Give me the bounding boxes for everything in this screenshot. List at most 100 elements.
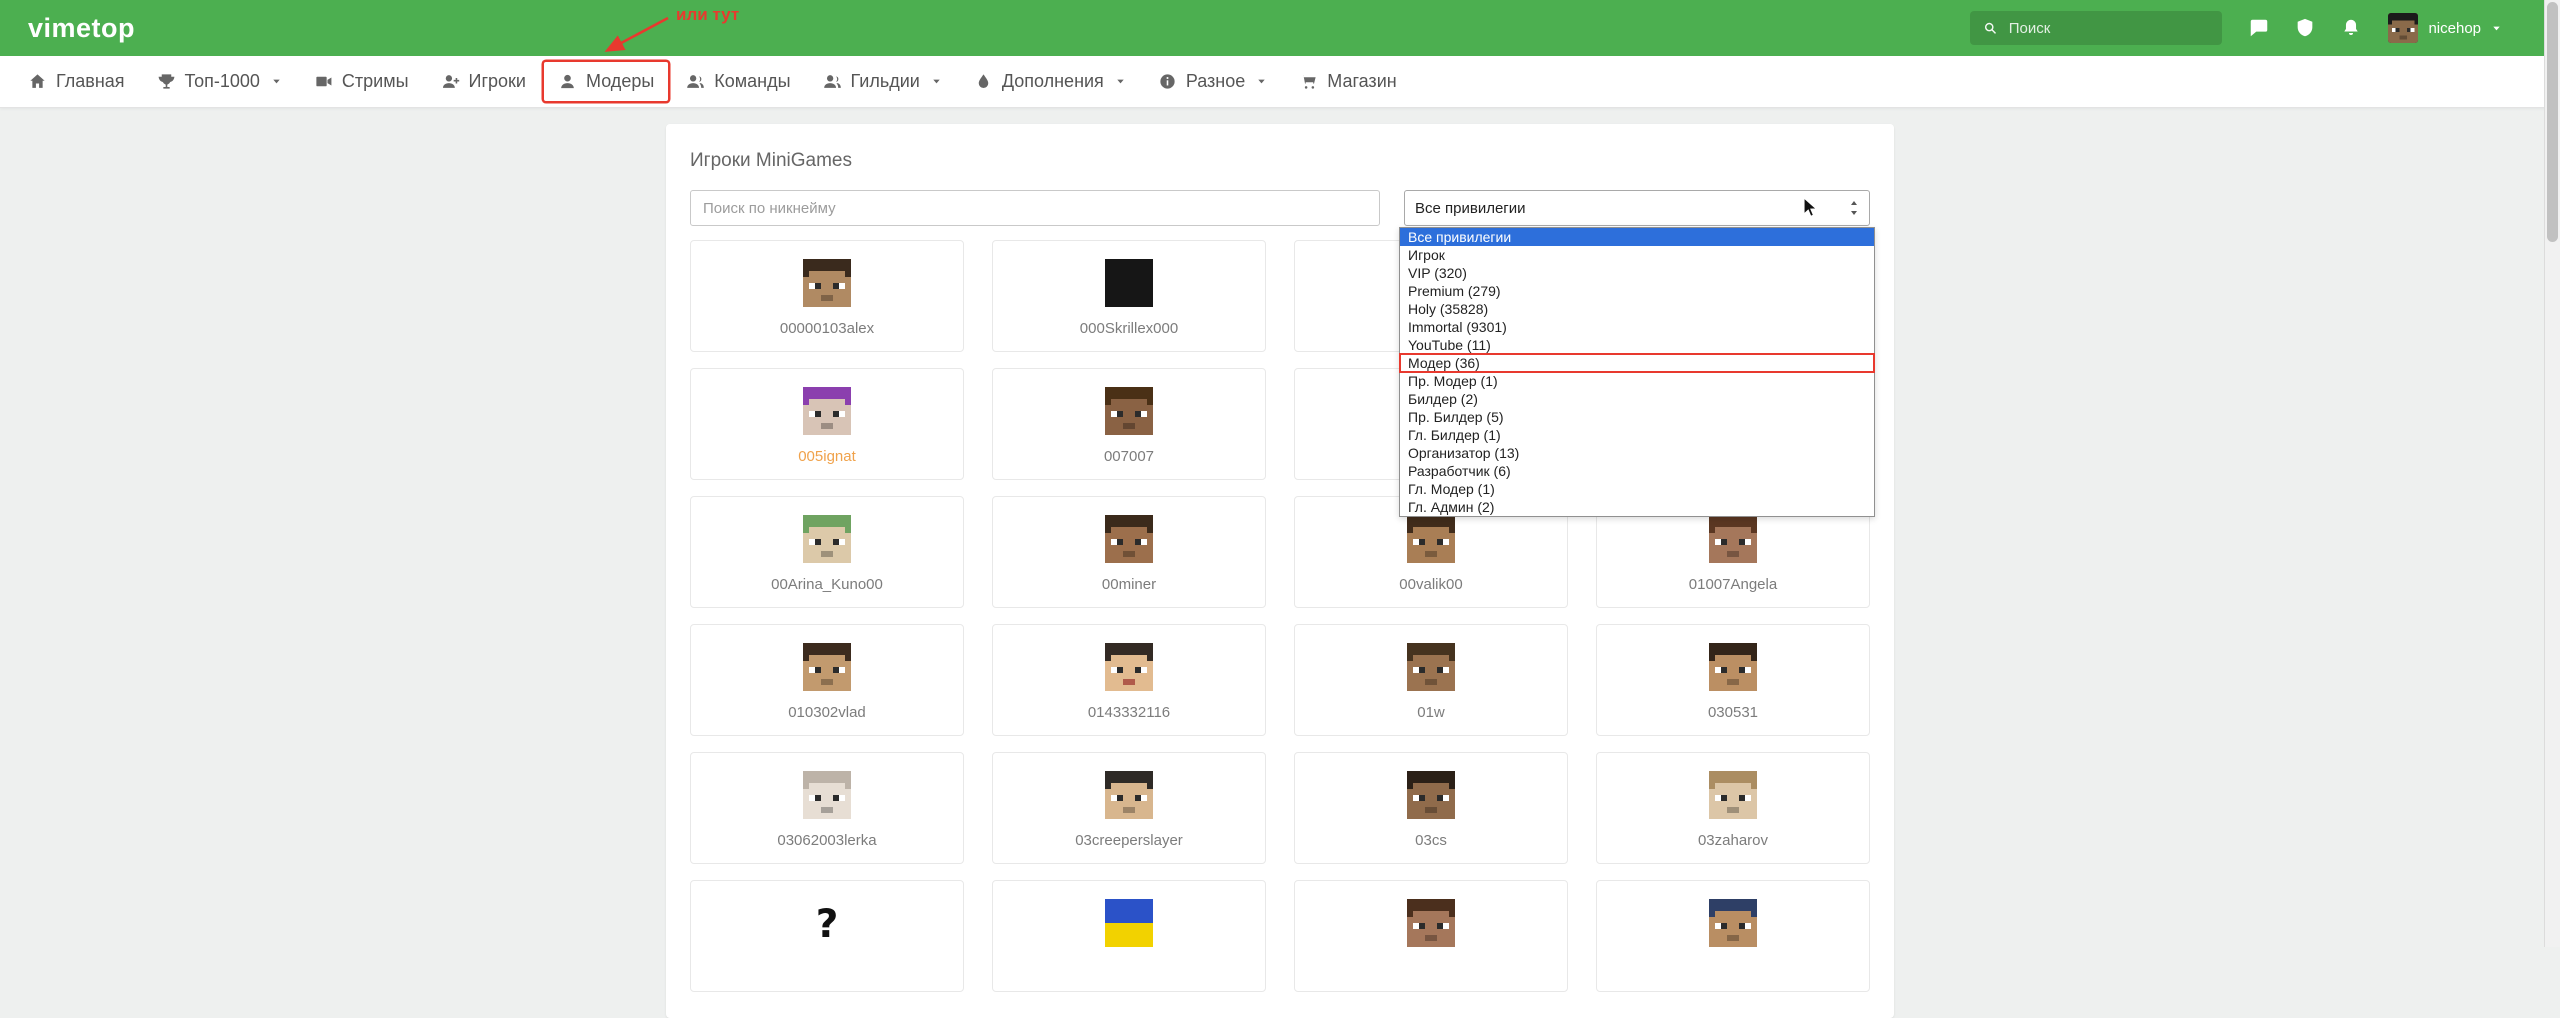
nav-item-misc[interactable]: Разное bbox=[1144, 62, 1281, 101]
drop-icon bbox=[974, 72, 993, 91]
player-card[interactable]: 000Skrillex000 bbox=[992, 240, 1266, 352]
dropdown-option[interactable]: Модер (36) bbox=[1399, 353, 1875, 373]
users-icon bbox=[823, 72, 842, 91]
player-name: 00000103alex bbox=[779, 320, 875, 337]
privilege-select-wrap: Все привилегии Все привилегии Игрок VIP (3… bbox=[1399, 190, 1875, 517]
nav-item-shop[interactable]: Магазин bbox=[1285, 62, 1410, 101]
player-card[interactable] bbox=[1596, 880, 1870, 992]
dropdown-option[interactable]: Гл. Билдер (1) bbox=[1400, 426, 1874, 444]
main-nav: Главная Топ-1000 Стримы Игроки Модеры Команды… bbox=[0, 56, 2560, 108]
player-card[interactable]: 03creeperslayer bbox=[992, 752, 1266, 864]
dropdown-option[interactable]: Immortal (9301) bbox=[1400, 318, 1874, 336]
player-avatar bbox=[803, 259, 851, 307]
dropdown-option[interactable]: Гл. Модер (1) bbox=[1400, 480, 1874, 498]
filters-row: Все привилегии Все привилегииИгрокVIP (3… bbox=[690, 190, 1875, 517]
player-card[interactable]: 030531 bbox=[1596, 624, 1870, 736]
header-search-input[interactable] bbox=[2006, 18, 2210, 38]
user-plus-icon bbox=[441, 72, 460, 91]
player-avatar bbox=[1407, 515, 1455, 563]
player-avatar bbox=[1709, 643, 1757, 691]
dropdown-option[interactable]: VIP (320) bbox=[1400, 264, 1874, 282]
dropdown-option[interactable]: Организатор (13) bbox=[1400, 444, 1874, 462]
site-logo[interactable]: vimetop bbox=[28, 13, 135, 44]
player-card[interactable]: 01w bbox=[1294, 624, 1568, 736]
caret-down-icon bbox=[271, 76, 282, 87]
dropdown-option[interactable]: Holy (35828) bbox=[1400, 300, 1874, 318]
nav-item-label: Стримы bbox=[341, 71, 409, 91]
app-header: vimetop nicehop bbox=[0, 0, 2560, 56]
player-card[interactable]: 00miner bbox=[992, 496, 1266, 608]
caret-down-icon bbox=[931, 76, 942, 87]
nav-item-streams[interactable]: Стримы bbox=[300, 62, 423, 101]
player-name: 03zaharov bbox=[1697, 832, 1769, 849]
dropdown-option[interactable]: Билдер (2) bbox=[1400, 390, 1874, 408]
nav-item-label: Главная bbox=[56, 71, 125, 91]
player-card[interactable] bbox=[992, 880, 1266, 992]
caret-down-icon bbox=[1256, 76, 1267, 87]
player-card[interactable]: 03062003lerka bbox=[690, 752, 964, 864]
player-avatar bbox=[1105, 387, 1153, 435]
nav-item-top1000[interactable]: Топ-1000 bbox=[143, 62, 296, 101]
nav-item-label: Команды bbox=[714, 71, 791, 91]
avatar bbox=[2388, 13, 2419, 43]
privilege-select[interactable]: Все привилегии bbox=[1404, 190, 1870, 226]
nav-item-teams[interactable]: Команды bbox=[672, 62, 804, 101]
chat-icon[interactable] bbox=[2248, 17, 2270, 39]
player-avatar bbox=[1407, 643, 1455, 691]
player-name: 010302vlad bbox=[788, 704, 866, 721]
nav-item-addons[interactable]: Дополнения bbox=[960, 62, 1140, 101]
player-card[interactable]: 03zaharov bbox=[1596, 752, 1870, 864]
dropdown-option[interactable]: Пр. Билдер (5) bbox=[1400, 408, 1874, 426]
player-card[interactable]: 00000103alex bbox=[690, 240, 964, 352]
player-avatar bbox=[1709, 771, 1757, 819]
dropdown-option[interactable]: Игрок bbox=[1400, 246, 1874, 264]
player-card[interactable] bbox=[1294, 880, 1568, 992]
header-search bbox=[1970, 11, 2223, 45]
player-card[interactable]: 010302vlad bbox=[690, 624, 964, 736]
scrollbar[interactable] bbox=[2544, 0, 2560, 947]
nav-item-home[interactable]: Главная bbox=[14, 62, 139, 101]
player-avatar bbox=[1407, 899, 1455, 947]
player-card[interactable]: 0143332116 bbox=[992, 624, 1266, 736]
username: nicehop bbox=[2428, 19, 2481, 37]
dropdown-option[interactable]: Разработчик (6) bbox=[1400, 462, 1874, 480]
player-name: 00valik00 bbox=[1399, 576, 1463, 593]
dropdown-option[interactable]: Все привилегии bbox=[1400, 228, 1874, 246]
bell-icon[interactable] bbox=[2340, 17, 2362, 39]
player-name: 00Arina_Kuno00 bbox=[771, 576, 883, 593]
dropdown-option[interactable]: Premium (279) bbox=[1400, 282, 1874, 300]
main-content: Игроки MiniGames Все привилегии Все прив… bbox=[0, 124, 2560, 1018]
player-avatar: ? bbox=[803, 899, 851, 947]
select-stepper-icon bbox=[1847, 198, 1861, 218]
player-card[interactable]: 00Arina_Kuno00 bbox=[690, 496, 964, 608]
info-icon bbox=[1158, 72, 1177, 91]
nav-item-label: Топ-1000 bbox=[184, 71, 260, 91]
player-name: 03cs bbox=[1415, 832, 1447, 849]
dropdown-option[interactable]: Гл. Админ (2) bbox=[1400, 498, 1874, 516]
chevron-down-icon bbox=[2491, 23, 2502, 34]
shield-icon[interactable] bbox=[2294, 17, 2316, 39]
scrollbar-thumb[interactable] bbox=[2547, 2, 2558, 242]
player-card[interactable]: 005ignat bbox=[690, 368, 964, 480]
player-name: 000Skrillex000 bbox=[1079, 320, 1179, 337]
trophy-icon bbox=[157, 72, 176, 91]
caret-down-icon bbox=[1115, 76, 1126, 87]
nickname-search-input[interactable] bbox=[690, 190, 1380, 226]
player-name: 01w bbox=[1417, 704, 1445, 721]
player-card[interactable]: 007007 bbox=[992, 368, 1266, 480]
privilege-dropdown: Все привилегии Игрок VIP (320) Premium (279… bbox=[1399, 227, 1875, 517]
video-icon bbox=[314, 72, 333, 91]
page-title: Игроки MiniGames bbox=[690, 150, 853, 171]
user-menu[interactable]: nicehop bbox=[2388, 13, 2502, 43]
player-avatar bbox=[1105, 899, 1153, 947]
player-card[interactable]: ? bbox=[690, 880, 964, 992]
nav-item-players[interactable]: Игроки bbox=[427, 62, 540, 101]
player-avatar bbox=[803, 643, 851, 691]
nav-item-label: Магазин bbox=[1327, 71, 1397, 91]
users-icon bbox=[686, 72, 705, 91]
dropdown-option[interactable]: Пр. Модер (1) bbox=[1400, 372, 1874, 390]
nav-item-moders[interactable]: Модеры bbox=[544, 62, 668, 101]
nav-item-guilds[interactable]: Гильдии bbox=[809, 62, 956, 101]
player-card[interactable]: 03cs bbox=[1294, 752, 1568, 864]
dropdown-option[interactable]: YouTube (11) bbox=[1400, 336, 1874, 354]
